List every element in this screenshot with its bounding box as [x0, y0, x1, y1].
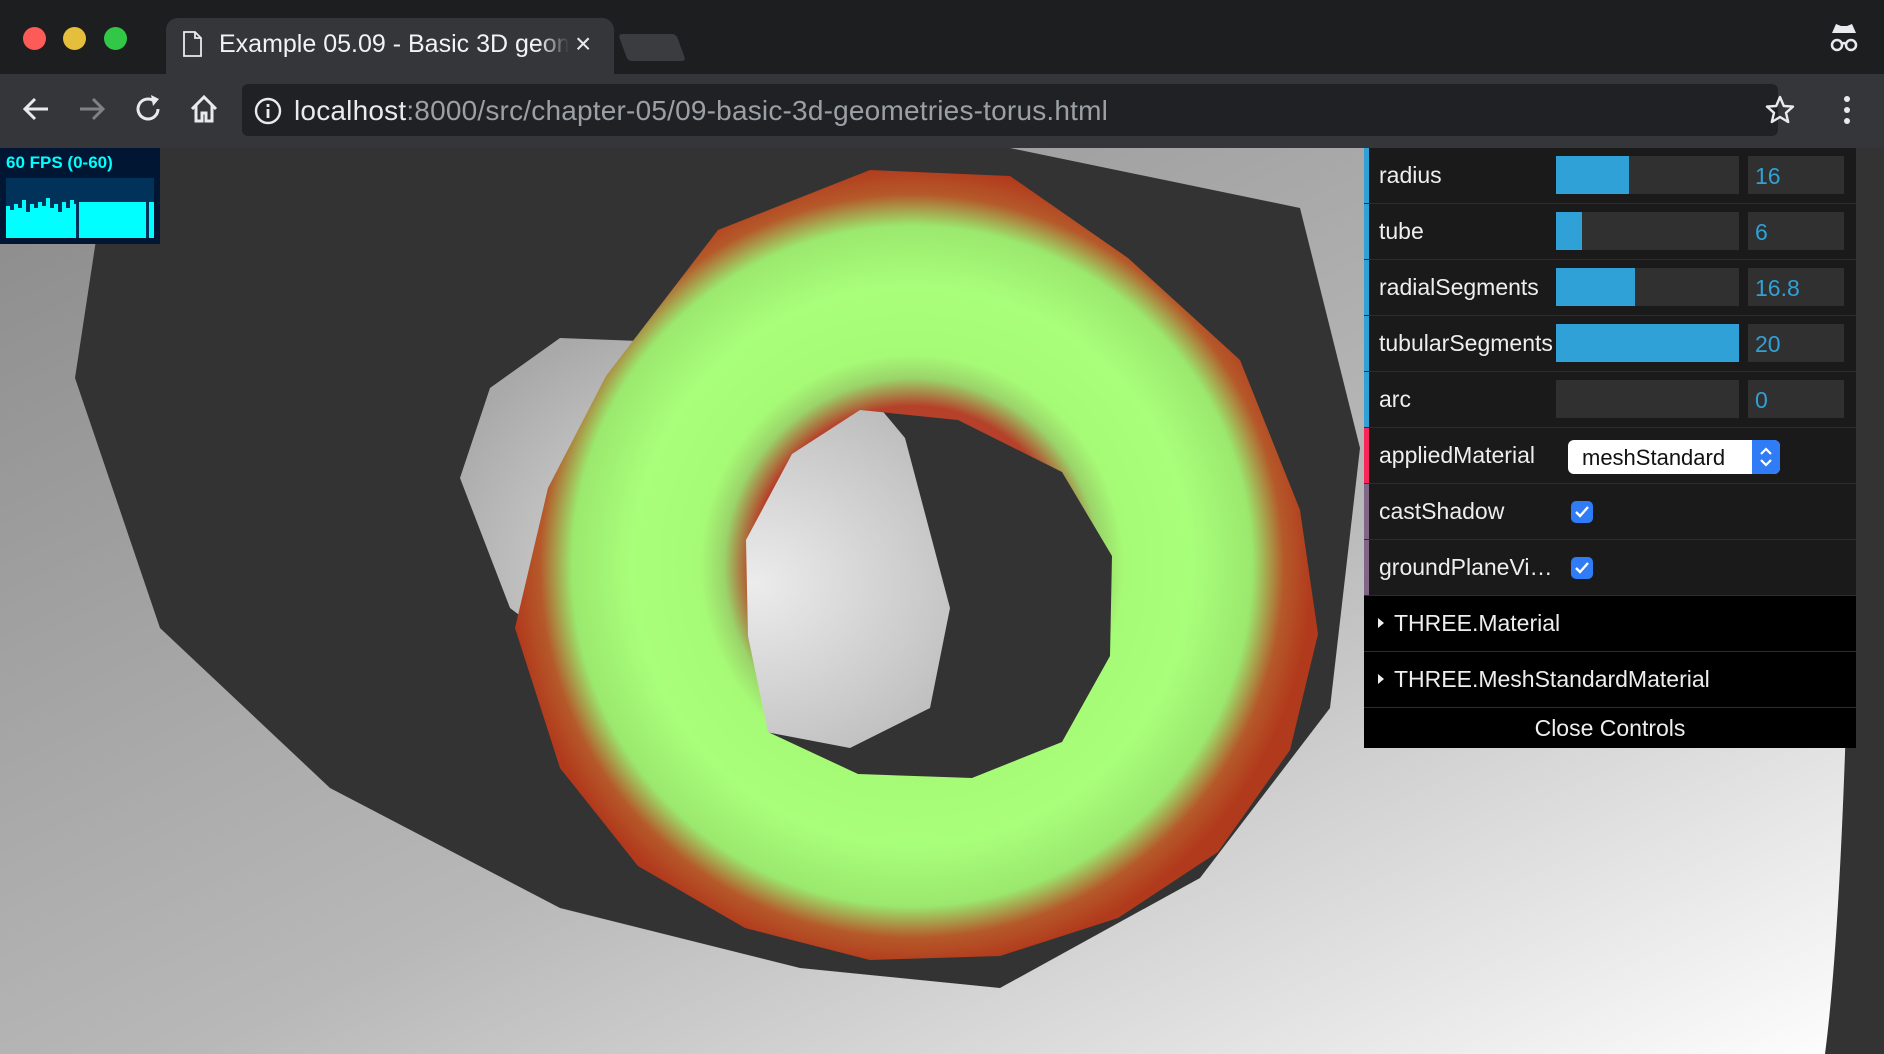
window-maximize-button[interactable] [104, 27, 127, 50]
control-cast-shadow: castShadow [1364, 484, 1856, 540]
url-host: localhost [294, 95, 407, 126]
tube-input[interactable]: 6 [1748, 212, 1844, 250]
control-radial-segments: radialSegments 16.8 [1364, 260, 1856, 316]
dat-gui-panel: radius 16 tube 6 radialSegments 16.8 tub… [1364, 148, 1856, 748]
number-edge [1364, 204, 1369, 259]
folder-three-material[interactable]: THREE.Material [1364, 596, 1856, 652]
tubular-segments-slider-fill [1556, 324, 1739, 362]
back-arrow-icon[interactable] [20, 93, 52, 130]
boolean-edge [1364, 484, 1369, 539]
tab-title: Example 05.09 - Basic 3D geometries - To… [219, 30, 569, 58]
home-icon[interactable] [188, 93, 220, 130]
control-tubular-segments: tubularSegments 20 [1364, 316, 1856, 372]
radial-segments-slider-fill [1556, 268, 1635, 306]
number-edge [1364, 148, 1369, 203]
arc-label: arc [1379, 386, 1411, 412]
fps-meter[interactable]: 60 FPS (0-60) [0, 148, 160, 244]
folder-title: THREE.MeshStandardMaterial [1394, 666, 1710, 692]
tube-slider[interactable] [1556, 212, 1739, 250]
window-minimize-button[interactable] [63, 27, 86, 50]
ground-plane-label: groundPlaneVi… [1379, 554, 1553, 580]
cast-shadow-checkbox[interactable] [1571, 501, 1593, 523]
caret-right-icon [1378, 674, 1384, 684]
control-applied-material: appliedMaterial meshStandard [1364, 428, 1856, 484]
bookmark-star-icon[interactable] [1764, 94, 1796, 131]
ground-plane-checkbox[interactable] [1571, 557, 1593, 579]
radius-label: radius [1379, 162, 1442, 188]
tubular-segments-slider[interactable] [1556, 324, 1739, 362]
new-tab-button[interactable] [618, 34, 686, 61]
arc-slider[interactable] [1556, 380, 1739, 418]
tab-strip: Example 05.09 - Basic 3D geometries - To… [0, 0, 1884, 74]
incognito-icon [1828, 20, 1860, 59]
control-radius: radius 16 [1364, 148, 1856, 204]
tubular-segments-label: tubularSegments [1379, 330, 1553, 356]
tube-label: tube [1379, 218, 1424, 244]
radial-segments-slider[interactable] [1556, 268, 1739, 306]
forward-arrow-icon[interactable] [76, 93, 108, 130]
tube-slider-fill [1556, 212, 1582, 250]
folder-three-mesh-standard-material[interactable]: THREE.MeshStandardMaterial [1364, 652, 1856, 708]
applied-material-select[interactable]: meshStandard [1568, 440, 1780, 474]
control-ground-plane: groundPlaneVi… [1364, 540, 1856, 596]
control-tube: tube 6 [1364, 204, 1856, 260]
document-icon [182, 31, 202, 62]
window-close-button[interactable] [23, 27, 46, 50]
applied-material-value: meshStandard [1582, 445, 1726, 470]
fps-label: 60 FPS (0-60) [6, 153, 113, 172]
option-edge [1364, 428, 1369, 483]
kebab-menu-icon[interactable] [1842, 94, 1852, 131]
arc-input[interactable]: 0 [1748, 380, 1844, 418]
tubular-segments-input[interactable]: 20 [1748, 324, 1844, 362]
radius-slider[interactable] [1556, 156, 1739, 194]
fps-graph [6, 178, 154, 238]
folder-title: THREE.Material [1394, 610, 1561, 636]
checkmark-icon [1575, 562, 1589, 574]
tab-close-icon[interactable]: × [575, 30, 591, 58]
caret-right-icon [1378, 618, 1384, 628]
reload-icon[interactable] [132, 93, 164, 130]
boolean-edge [1364, 540, 1369, 595]
close-controls-button[interactable]: Close Controls [1364, 708, 1856, 748]
number-edge [1364, 260, 1369, 315]
applied-material-label: appliedMaterial [1379, 442, 1535, 468]
url-path: :8000/src/chapter-05/09-basic-3d-geometr… [406, 95, 1109, 126]
checkmark-icon [1575, 506, 1589, 518]
select-arrows-icon [1752, 440, 1780, 474]
radius-slider-fill [1556, 156, 1630, 194]
radial-segments-label: radialSegments [1379, 274, 1539, 300]
radius-input[interactable]: 16 [1748, 156, 1844, 194]
cast-shadow-label: castShadow [1379, 498, 1505, 524]
url-text[interactable]: localhost:8000/src/chapter-05/09-basic-3… [294, 95, 1108, 127]
number-edge [1364, 372, 1369, 427]
radial-segments-input[interactable]: 16.8 [1748, 268, 1844, 306]
control-arc: arc 0 [1364, 372, 1856, 428]
info-icon[interactable] [254, 97, 282, 130]
number-edge [1364, 316, 1369, 371]
